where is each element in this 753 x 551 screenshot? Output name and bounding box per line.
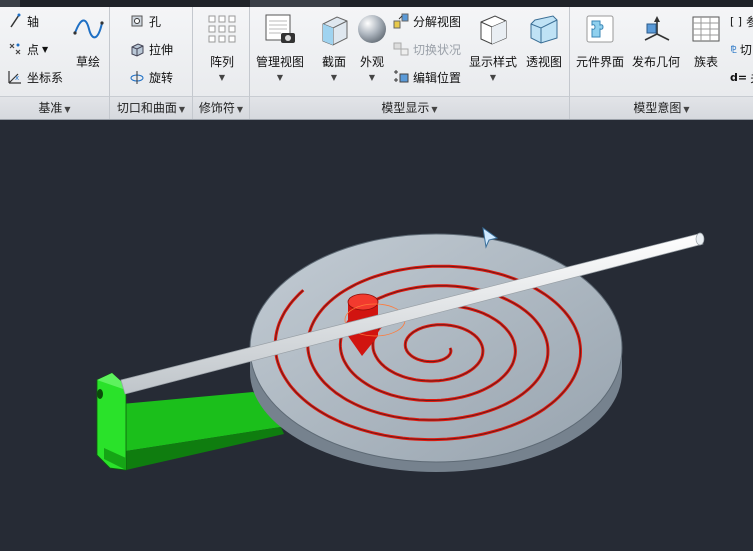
axis-label: 轴 xyxy=(27,14,40,29)
manage-views-label: 管理视图 xyxy=(256,55,305,69)
extrude-button[interactable]: 拉伸 xyxy=(128,38,173,60)
hole-label: 孔 xyxy=(149,14,162,29)
pattern-button[interactable]: 阵列 ▼ xyxy=(204,11,240,82)
publish-geometry-button[interactable]: 发布几何 xyxy=(632,11,680,70)
tab-fragment[interactable] xyxy=(250,0,340,7)
pattern-label: 阵列 xyxy=(209,55,234,69)
group-model-intent: 元件界面 发布几何 族表 [ ] 参 ⅊ 切 d= 模型意图 ▼ xyxy=(570,7,753,119)
extrude-label: 拉伸 xyxy=(149,42,174,57)
pattern-dropdown-icon[interactable]: ▼ xyxy=(219,73,225,82)
csys-label: 坐标系 xyxy=(27,70,64,85)
group-modifiers: 阵列 ▼ 修饰符 ▼ xyxy=(193,7,250,119)
revolve-button[interactable]: 旋转 xyxy=(128,66,173,88)
section-dropdown-icon[interactable]: ▼ xyxy=(331,73,337,82)
exploded-view-label: 分解视图 xyxy=(413,14,462,29)
intent-cut-item-1[interactable]: [ ] 参 xyxy=(730,10,753,32)
appearance-label: 外观 xyxy=(359,55,384,69)
intent-cut-item-2[interactable]: ⅊ 切 xyxy=(730,38,752,60)
toggle-status-icon xyxy=(392,40,410,58)
hole-icon xyxy=(128,12,146,30)
display-style-button[interactable]: 显示样式 ▼ xyxy=(469,11,517,82)
family-table-label: 族表 xyxy=(693,55,718,69)
exploded-view-button[interactable]: 分解视图 xyxy=(392,10,461,32)
publish-geometry-label: 发布几何 xyxy=(632,55,681,69)
group-label-modifiers[interactable]: 修饰符 ▼ xyxy=(193,96,249,119)
group-model-display: 管理视图 ▼ 截面 ▼ 外观 ▼ 分解视图 切换状况 编辑位置 显示样式 ▼ 透… xyxy=(250,7,570,119)
axis-button[interactable]: 轴 xyxy=(6,10,39,32)
group-label-model-intent[interactable]: 模型意图 ▼ xyxy=(570,96,753,119)
group-label-datum[interactable]: 基准 ▼ xyxy=(0,96,109,119)
point-dropdown-icon[interactable]: ▼ xyxy=(42,45,48,54)
point-icon xyxy=(6,40,24,58)
manage-views-dropdown-icon[interactable]: ▼ xyxy=(277,73,283,82)
csys-button[interactable]: x 坐标系 xyxy=(6,66,63,88)
sketch-label: 草绘 xyxy=(75,55,100,69)
ribbon: 轴 点 ▼ x 坐标系 草绘 基准 ▼ 孔 拉伸 旋转 切口和曲面 ▼ 阵列 ▼… xyxy=(0,7,753,120)
group-label-model-display[interactable]: 模型显示 ▼ xyxy=(250,96,569,119)
edit-position-icon xyxy=(392,68,410,86)
window-top-strip xyxy=(0,0,753,7)
toggle-status-label: 切换状况 xyxy=(413,42,462,57)
point-label: 点 xyxy=(27,42,40,57)
point-button[interactable]: 点 ▼ xyxy=(6,38,48,60)
graphics-window[interactable] xyxy=(0,120,753,548)
sketch-button[interactable]: 草绘 xyxy=(70,11,106,70)
appearance-icon xyxy=(354,11,390,47)
svg-text:x: x xyxy=(15,74,19,82)
bracket-icon: [ ] xyxy=(730,14,743,28)
display-style-label: 显示样式 xyxy=(469,55,518,69)
switch-icon: ⅊ xyxy=(730,45,737,56)
section-icon xyxy=(316,11,352,47)
axis-icon xyxy=(6,12,24,30)
publish-geometry-icon xyxy=(638,11,674,47)
tab-fragment[interactable] xyxy=(0,0,20,7)
perspective-icon xyxy=(526,11,562,47)
appearance-dropdown-icon[interactable]: ▼ xyxy=(369,73,375,82)
extrude-icon xyxy=(128,40,146,58)
sketch-icon xyxy=(70,11,106,47)
family-table-button[interactable]: 族表 xyxy=(688,11,724,70)
manage-views-button[interactable]: 管理视图 ▼ xyxy=(256,11,304,82)
family-table-icon xyxy=(688,11,724,47)
exploded-view-icon xyxy=(392,12,410,30)
appearance-button[interactable]: 外观 ▼ xyxy=(354,11,390,82)
pattern-icon xyxy=(204,11,240,47)
csys-icon: x xyxy=(6,68,24,86)
perspective-label: 透视图 xyxy=(526,55,563,69)
relations-icon: d= xyxy=(730,70,748,84)
group-label-cuts-surfaces[interactable]: 切口和曲面 ▼ xyxy=(110,96,192,119)
manage-views-icon xyxy=(262,11,298,47)
section-button[interactable]: 截面 ▼ xyxy=(316,11,352,82)
component-interface-label: 元件界面 xyxy=(576,55,625,69)
perspective-button[interactable]: 透视图 xyxy=(526,11,562,70)
toggle-status-button[interactable]: 切换状况 xyxy=(392,38,461,60)
edit-position-label: 编辑位置 xyxy=(413,70,462,85)
section-label: 截面 xyxy=(321,55,346,69)
component-interface-icon xyxy=(582,11,618,47)
intent-cut-item-3[interactable]: d= 关 xyxy=(730,66,753,88)
display-style-dropdown-icon[interactable]: ▼ xyxy=(490,73,496,82)
edit-position-button[interactable]: 编辑位置 xyxy=(392,66,461,88)
display-style-icon xyxy=(475,11,511,47)
revolve-icon xyxy=(128,68,146,86)
hole-button[interactable]: 孔 xyxy=(128,10,161,32)
revolve-label: 旋转 xyxy=(149,70,174,85)
group-datum: 轴 点 ▼ x 坐标系 草绘 基准 ▼ xyxy=(0,7,110,119)
model-viewport[interactable] xyxy=(0,120,753,548)
component-interface-button[interactable]: 元件界面 xyxy=(576,11,624,70)
group-cuts-surfaces: 孔 拉伸 旋转 切口和曲面 ▼ xyxy=(110,7,193,119)
